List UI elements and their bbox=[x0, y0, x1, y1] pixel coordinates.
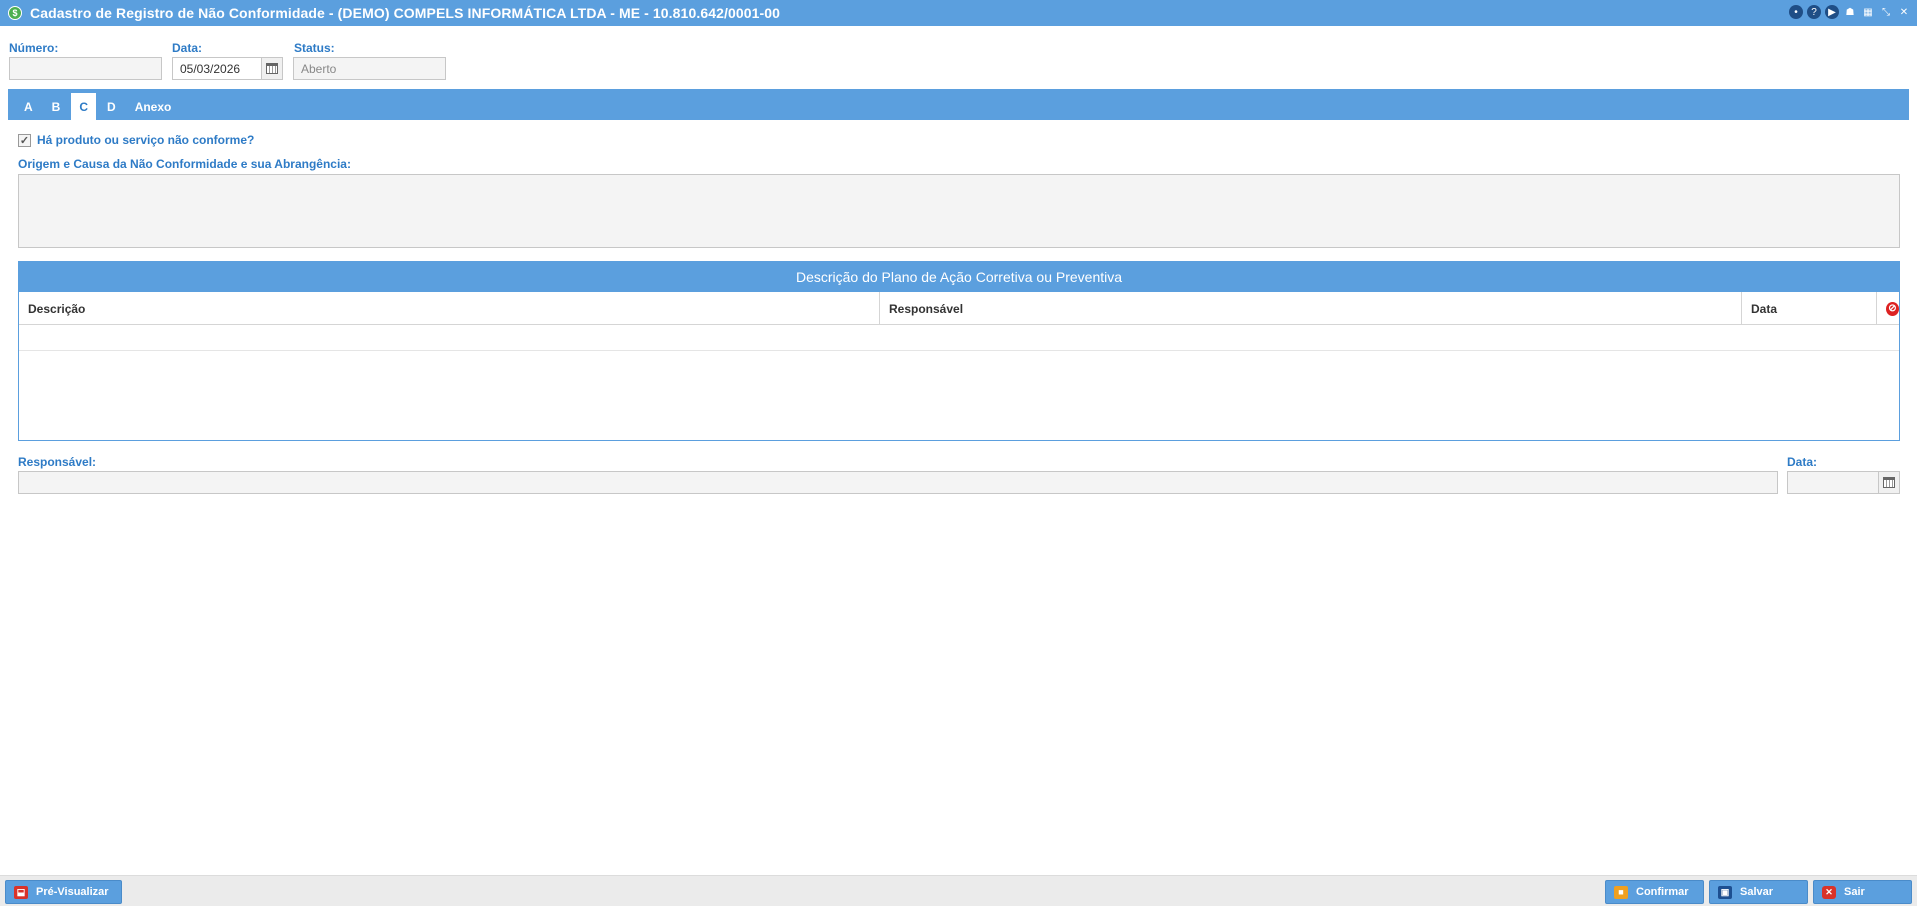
preview-button[interactable]: ⬓ Pré-Visualizar bbox=[5, 880, 122, 904]
lock-icon: ■ bbox=[1614, 885, 1628, 899]
responsavel-input[interactable] bbox=[18, 471, 1778, 494]
help-icon[interactable]: ? bbox=[1807, 5, 1821, 19]
status-input: Aberto bbox=[293, 57, 446, 80]
exit-button[interactable]: ✕ Sair bbox=[1813, 880, 1912, 904]
data-input[interactable]: 05/03/2026 bbox=[172, 57, 262, 80]
footer-toolbar: ⬓ Pré-Visualizar ■ Confirmar ▣ Salvar ✕ … bbox=[0, 875, 1917, 906]
tab-a[interactable]: A bbox=[16, 93, 41, 120]
column-delete: ⊘ bbox=[1877, 292, 1899, 325]
table-row[interactable] bbox=[19, 325, 1899, 351]
status-label: Status: bbox=[294, 41, 335, 55]
bottom-data-label: Data: bbox=[1787, 455, 1818, 469]
tab-anexo[interactable]: Anexo bbox=[127, 93, 180, 120]
origem-label: Origem e Causa da Não Conformidade e sua… bbox=[18, 157, 351, 171]
column-responsavel[interactable]: Responsável bbox=[880, 292, 1742, 325]
window-tools: • ? ▶ ☗ ▦ ⤡ ✕ bbox=[1789, 5, 1911, 19]
nonconforming-product-label[interactable]: Há produto ou serviço não conforme? bbox=[37, 133, 254, 147]
action-plan-header: Descrição Responsável Data ⊘ bbox=[19, 292, 1899, 325]
restore-icon[interactable]: ⤡ bbox=[1879, 5, 1893, 19]
action-plan-title: Descrição do Plano de Ação Corretiva ou … bbox=[19, 262, 1899, 292]
preview-button-label: Pré-Visualizar bbox=[36, 886, 109, 898]
calendar-icon bbox=[1883, 477, 1895, 488]
save-button-label: Salvar bbox=[1740, 886, 1774, 898]
data-label: Data: bbox=[172, 41, 203, 55]
chat-icon[interactable]: • bbox=[1789, 5, 1803, 19]
bottom-data-calendar-button[interactable] bbox=[1878, 471, 1900, 494]
origem-textarea[interactable] bbox=[18, 174, 1900, 248]
user-icon[interactable]: ☗ bbox=[1843, 5, 1857, 19]
confirm-button-label: Confirmar bbox=[1636, 886, 1689, 898]
numero-input[interactable] bbox=[9, 57, 162, 80]
save-button[interactable]: ▣ Salvar bbox=[1709, 880, 1808, 904]
responsavel-label: Responsável: bbox=[18, 455, 97, 469]
close-icon[interactable]: ✕ bbox=[1897, 5, 1911, 19]
tab-bar: A B C D Anexo bbox=[8, 89, 1909, 120]
tab-b[interactable]: B bbox=[44, 93, 69, 120]
delete-icon[interactable]: ⊘ bbox=[1886, 301, 1899, 316]
column-data[interactable]: Data bbox=[1742, 292, 1877, 325]
app-logo-icon: $ bbox=[8, 6, 22, 20]
data-calendar-button[interactable] bbox=[261, 57, 283, 80]
calendar-icon bbox=[266, 63, 278, 74]
window-title: Cadastro de Registro de Não Conformidade… bbox=[30, 5, 781, 21]
confirm-button[interactable]: ■ Confirmar bbox=[1605, 880, 1704, 904]
column-descricao[interactable]: Descrição bbox=[19, 292, 880, 325]
save-icon: ▣ bbox=[1718, 885, 1732, 899]
tab-c[interactable]: C bbox=[71, 93, 97, 120]
play-icon[interactable]: ▶ bbox=[1825, 5, 1839, 19]
action-plan-grid: Descrição do Plano de Ação Corretiva ou … bbox=[18, 261, 1900, 441]
nonconforming-product-checkbox[interactable]: ✓ bbox=[18, 133, 31, 147]
bottom-data-input[interactable] bbox=[1787, 471, 1879, 494]
exit-icon: ✕ bbox=[1822, 885, 1836, 899]
exit-button-label: Sair bbox=[1844, 886, 1865, 898]
nonconforming-product-row: ✓ Há produto ou serviço não conforme? bbox=[18, 133, 254, 147]
tab-d[interactable]: D bbox=[99, 93, 124, 120]
numero-label: Número: bbox=[9, 41, 59, 55]
calendar-icon[interactable]: ▦ bbox=[1861, 5, 1875, 19]
pdf-icon: ⬓ bbox=[14, 885, 28, 899]
window-titlebar: $ Cadastro de Registro de Não Conformida… bbox=[0, 0, 1917, 26]
